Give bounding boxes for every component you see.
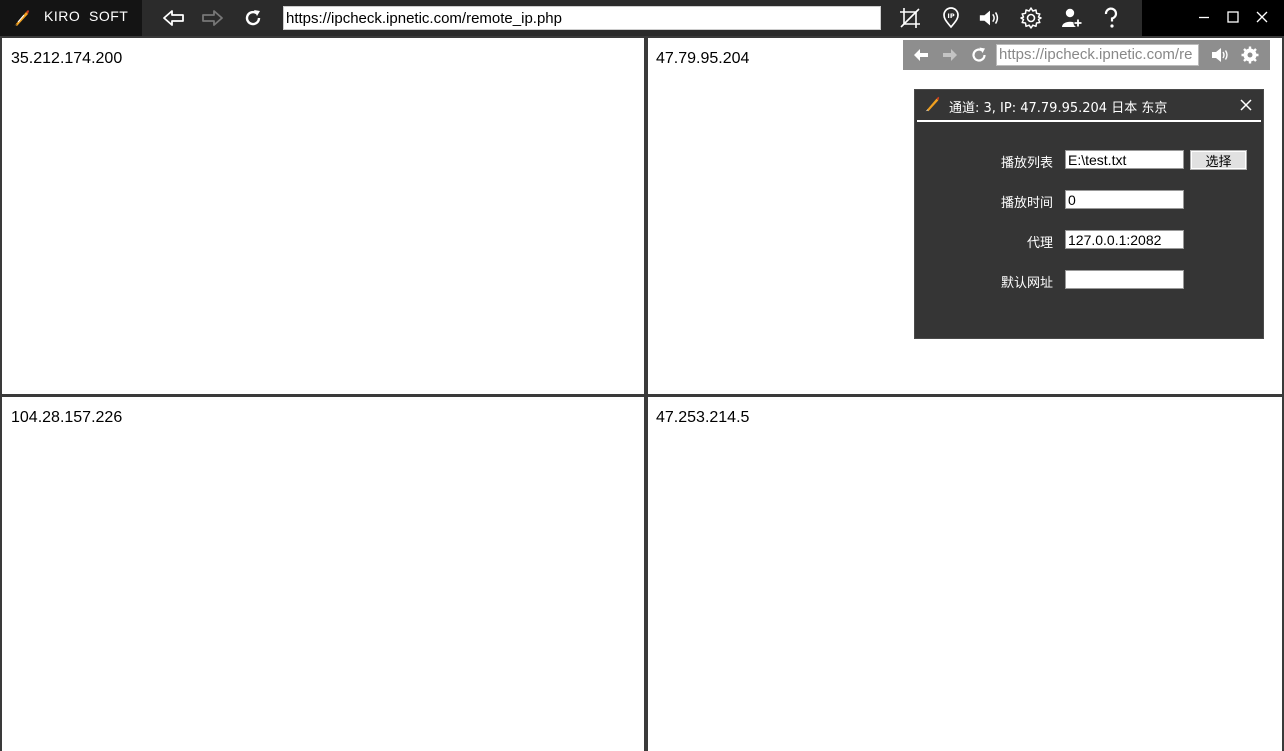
dialog-title-bar: 通道: 3, IP: 47.79.95.204 日本 东京 [915,90,1263,120]
choose-button[interactable]: 选择 [1190,150,1247,170]
gear-icon[interactable] [1019,6,1043,30]
pane-ip-text: 47.79.95.204 [656,50,750,67]
browser-pane-3[interactable]: 104.28.157.226 [2,397,644,751]
play-time-label: 播放时间 [1000,196,1053,211]
refresh-icon[interactable] [241,6,265,30]
proxy-label: 代理 [1026,236,1053,251]
close-icon[interactable] [1237,96,1255,114]
forward-arrow-icon[interactable] [200,6,224,30]
add-user-icon[interactable] [1060,6,1084,30]
feather-pen-icon [923,95,941,117]
pane-ip-text: 35.212.174.200 [11,50,123,67]
dialog-title: 通道: 3, IP: 47.79.95.204 日本 东京 [949,101,1168,116]
pane-nav-bar: https://ipcheck.ipnetic.com/re [903,40,1270,70]
playlist-label: 播放列表 [1000,156,1053,171]
volume-icon[interactable] [1210,45,1230,65]
channel-settings-dialog: 通道: 3, IP: 47.79.95.204 日本 东京 播放列表 选择 播放… [914,89,1264,339]
ip-location-icon[interactable]: IP [939,6,963,30]
default-url-label: 默认网址 [1000,276,1053,291]
crop-off-icon[interactable] [898,6,922,30]
maximize-icon[interactable] [1221,5,1245,29]
title-bar: KIRO SOFT IP [0,0,1284,36]
forward-arrow-icon[interactable] [940,45,960,65]
playlist-input[interactable] [1065,150,1184,169]
dialog-divider [917,120,1261,122]
browser-pane-1[interactable]: 35.212.174.200 [2,38,644,394]
gear-icon[interactable] [1240,45,1260,65]
browser-pane-4[interactable]: 47.253.214.5 [648,397,1282,751]
minimize-icon[interactable] [1192,5,1216,29]
back-arrow-icon[interactable] [162,6,186,30]
pane-ip-text: 47.253.214.5 [656,409,750,426]
play-time-input[interactable] [1065,190,1184,209]
back-arrow-icon[interactable] [911,45,931,65]
proxy-input[interactable] [1065,230,1184,249]
brand-area: KIRO SOFT [0,0,142,36]
close-icon[interactable] [1250,5,1274,29]
brand-name: KIRO SOFT [44,8,129,24]
default-url-input[interactable] [1065,270,1184,289]
feather-pen-icon [11,8,31,28]
svg-text:IP: IP [947,12,954,20]
volume-icon[interactable] [978,6,1002,30]
help-icon[interactable] [1099,6,1123,30]
pane-url-input[interactable]: https://ipcheck.ipnetic.com/re [996,44,1199,66]
url-input[interactable] [283,6,881,30]
pane-ip-text: 104.28.157.226 [11,409,123,426]
refresh-icon[interactable] [969,45,989,65]
